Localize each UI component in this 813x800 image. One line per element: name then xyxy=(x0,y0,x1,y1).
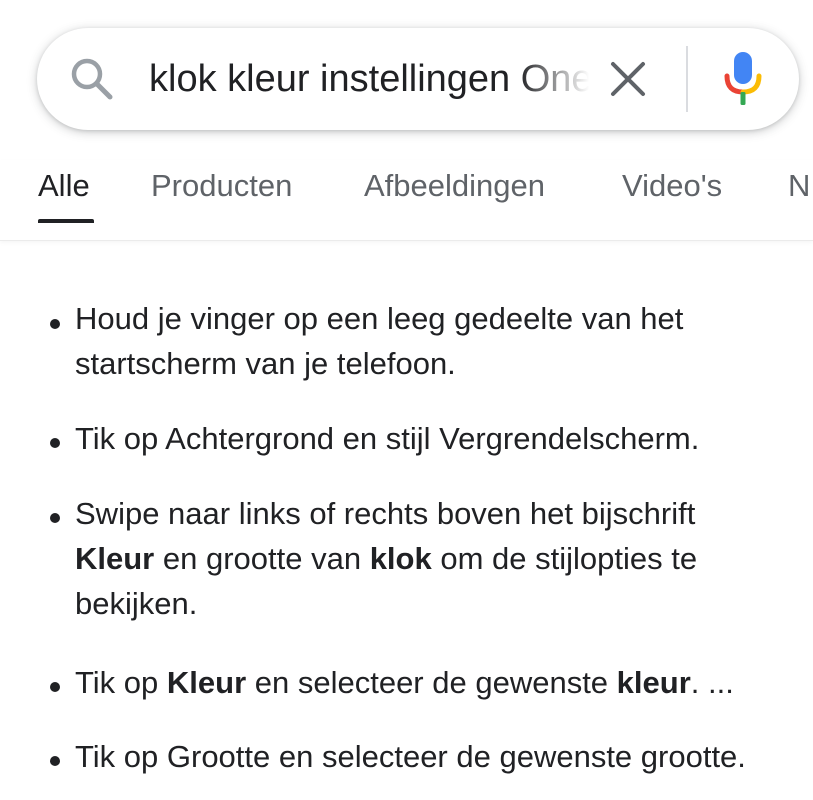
list-item: Tik op Kleur en selecteer de gewenste kl… xyxy=(75,660,795,705)
step-3-line-3: bekijken. xyxy=(75,586,198,621)
search-input[interactable]: klok kleur instellingen OnePlus xyxy=(149,52,589,106)
keyword-kleur: Kleur xyxy=(166,665,247,700)
active-tab-indicator xyxy=(38,219,94,223)
list-bullet xyxy=(50,682,60,692)
microphone-icon[interactable] xyxy=(720,50,766,108)
list-item: Swipe naar links of rechts boven het bij… xyxy=(75,491,795,626)
step-1-line-1: Houd je vinger op een leeg gedeelte van … xyxy=(75,301,684,336)
keyword-klok: klok xyxy=(369,541,432,576)
tab-alle[interactable]: Alle xyxy=(38,168,90,204)
step-5-text: Tik op Grootte en selecteer de gewenste … xyxy=(75,739,746,774)
step-4-prefix: Tik op xyxy=(75,665,167,700)
search-bar[interactable]: klok kleur instellingen OnePlus xyxy=(37,28,799,130)
close-icon[interactable] xyxy=(608,59,648,99)
search-tabs: Alle Producten Afbeeldingen Video's N xyxy=(0,160,813,241)
list-bullet xyxy=(50,438,60,448)
tab-videos[interactable]: Video's xyxy=(622,168,722,204)
search-divider xyxy=(686,46,688,112)
list-bullet xyxy=(50,756,60,766)
list-bullet xyxy=(50,513,60,523)
list-bullet xyxy=(50,319,60,329)
step-3-text: en grootte van xyxy=(154,541,370,576)
step-4-middle: en selecteer de gewenste xyxy=(246,665,617,700)
tab-nieuws[interactable]: N xyxy=(788,168,810,204)
search-icon xyxy=(71,58,113,100)
tab-producten[interactable]: Producten xyxy=(151,168,292,204)
tab-afbeeldingen[interactable]: Afbeeldingen xyxy=(364,168,545,204)
step-2-text: Tik op Achtergrond en stijl Vergrendelsc… xyxy=(75,421,700,456)
step-1-line-2: startscherm van je telefoon. xyxy=(75,346,456,381)
keyword-kleur-lowercase: kleur xyxy=(616,665,691,700)
keyword-kleur: Kleur xyxy=(75,541,155,576)
step-3-line-2: Kleur en grootte van klok om de stijlopt… xyxy=(75,536,795,581)
list-item: Tik op Achtergrond en stijl Vergrendelsc… xyxy=(75,416,795,461)
step-3-line-1: Swipe naar links of rechts boven het bij… xyxy=(75,496,696,531)
step-4-text: Tik op Kleur en selecteer de gewenste kl… xyxy=(75,660,795,705)
step-3-text: om de stijlopties te xyxy=(431,541,698,576)
list-item: Houd je vinger op een leeg gedeelte van … xyxy=(75,296,795,386)
list-item: Tik op Grootte en selecteer de gewenste … xyxy=(75,734,795,779)
step-4-suffix: . ... xyxy=(690,665,734,700)
